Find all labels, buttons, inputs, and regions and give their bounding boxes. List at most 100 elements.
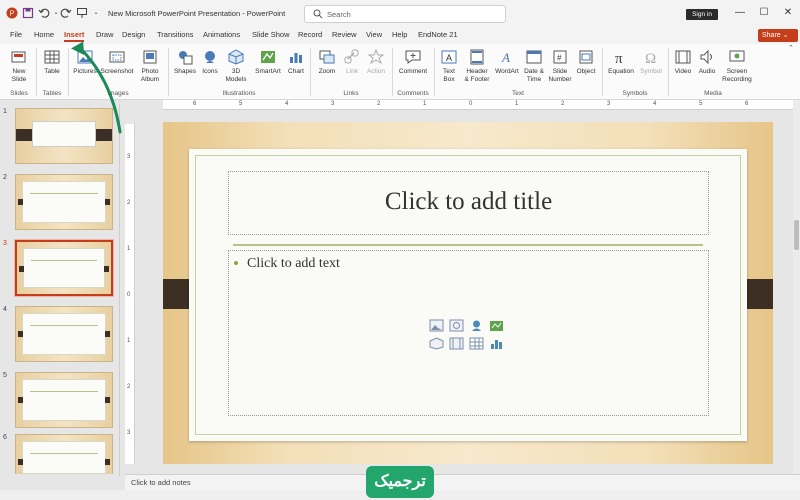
slide-canvas[interactable]: Click to add title Click to add text: [163, 122, 773, 464]
photo-album-button[interactable]: Photo Album: [136, 48, 164, 84]
wordart-button[interactable]: A WordArt: [494, 48, 520, 76]
audio-button[interactable]: Audio: [696, 48, 718, 76]
slide-number-icon: #: [553, 50, 567, 64]
3d-models-button[interactable]: 3D Models: [222, 48, 250, 84]
smartart-label: SmartArt: [255, 68, 281, 75]
action-button[interactable]: Action: [364, 48, 388, 76]
insert-table-icon[interactable]: [469, 337, 484, 350]
smartart-button[interactable]: SmartArt: [252, 48, 284, 76]
zoom-button[interactable]: Zoom: [314, 48, 340, 76]
save-icon[interactable]: [22, 7, 34, 19]
tab-slide-show[interactable]: Slide Show: [252, 30, 290, 39]
shapes-button[interactable]: Shapes: [172, 48, 198, 76]
header-footer-button[interactable]: Header & Footer: [462, 48, 492, 84]
undo-icon[interactable]: [38, 7, 50, 19]
close-icon[interactable]: ✕: [782, 7, 794, 19]
search-box[interactable]: Search: [304, 5, 506, 23]
screenshot-icon: [109, 51, 125, 63]
collapse-ribbon-icon[interactable]: ⌃: [788, 44, 794, 52]
date-time-button[interactable]: Date & Time: [522, 48, 546, 84]
video-button[interactable]: Video: [672, 48, 694, 76]
sign-in-button[interactable]: Sign in: [686, 9, 718, 20]
ruler-tick: 6: [745, 101, 749, 107]
thumbnail-card: [22, 181, 106, 223]
group-separator: [68, 48, 69, 96]
symbol-button[interactable]: Ω Symbol: [638, 48, 664, 76]
ruler-tick: 0: [127, 292, 131, 298]
group-label-tables: Tables: [42, 90, 62, 97]
share-button[interactable]: Share ⌄: [758, 29, 798, 42]
slide-thumbnail-2[interactable]: [15, 174, 113, 230]
audio-icon: [700, 49, 712, 65]
tab-endnote[interactable]: EndNote 21: [418, 30, 458, 39]
link-button[interactable]: Link: [342, 48, 362, 76]
ruler-tick: 5: [699, 101, 703, 107]
tab-home[interactable]: Home: [34, 30, 54, 39]
insert-chart-icon[interactable]: [489, 337, 504, 350]
maximize-icon[interactable]: ☐: [758, 7, 770, 19]
tab-review[interactable]: Review: [332, 30, 357, 39]
tab-record[interactable]: Record: [298, 30, 322, 39]
insert-picture-icon[interactable]: [429, 319, 444, 332]
slide-scrollbar[interactable]: [793, 100, 800, 474]
group-separator: [168, 48, 169, 96]
redo-icon[interactable]: [60, 7, 72, 19]
slide-number-button[interactable]: # Slide Number: [548, 48, 572, 84]
tab-view[interactable]: View: [366, 30, 382, 39]
object-button[interactable]: Object: [574, 48, 598, 76]
notes-pane[interactable]: Click to add notes: [125, 474, 800, 490]
title-placeholder[interactable]: Click to add title: [228, 171, 709, 235]
slide-thumbnail-1[interactable]: [15, 108, 113, 164]
slide-thumbnail-5[interactable]: [15, 372, 113, 428]
tab-file[interactable]: File: [10, 30, 22, 39]
equation-button[interactable]: π Equation: [606, 48, 636, 76]
title-placeholder-text: Click to add title: [384, 188, 553, 215]
insert-stock-images-icon[interactable]: [449, 319, 464, 332]
new-slide-label: New Slide: [11, 68, 27, 83]
ruler-tick: 1: [515, 101, 519, 107]
tab-transitions[interactable]: Transitions: [157, 30, 193, 39]
scrollbar-thumb[interactable]: [794, 220, 799, 250]
slide-thumbnail-6[interactable]: [15, 434, 113, 474]
insert-icons-icon[interactable]: [469, 319, 484, 332]
screenshot-button[interactable]: Screenshot: [100, 48, 134, 76]
icons-button[interactable]: Icons: [200, 48, 220, 76]
thumbnail-tab-right: [105, 199, 110, 205]
slide-thumbnail-3[interactable]: [14, 239, 114, 297]
group-label-symbols: Symbols: [622, 90, 648, 97]
chart-button[interactable]: Chart: [286, 48, 306, 76]
text-box-button[interactable]: A Text Box: [438, 48, 460, 84]
insert-3d-model-icon[interactable]: [429, 337, 444, 350]
group-label-slides: Slides: [10, 90, 28, 97]
table-icon: [44, 50, 60, 64]
link-icon: [344, 49, 359, 64]
thumbnail-number: 3: [3, 240, 7, 247]
content-placeholder[interactable]: Click to add text: [228, 250, 709, 416]
pictures-button[interactable]: Pictures: [72, 48, 98, 76]
tab-animations[interactable]: Animations: [203, 30, 240, 39]
insert-smartart-icon[interactable]: [489, 319, 504, 332]
tab-design[interactable]: Design: [122, 30, 145, 39]
thumbnail-number: 5: [3, 372, 7, 379]
thumbnail-scrollbar[interactable]: [119, 104, 120, 476]
tab-draw[interactable]: Draw: [96, 30, 114, 39]
customize-toolbar-icon[interactable]: ⌄: [90, 7, 102, 19]
new-slide-button[interactable]: New Slide: [6, 48, 32, 84]
thumbnail-number: 2: [3, 174, 7, 181]
screen-recording-button[interactable]: Screen Recording: [720, 48, 754, 84]
zoom-label: Zoom: [318, 68, 336, 75]
group-separator: [310, 48, 311, 96]
slide-thumbnail-4[interactable]: [15, 306, 113, 362]
text-box-label: Text Box: [443, 68, 455, 83]
minimize-icon[interactable]: —: [734, 7, 746, 19]
thumbnail-tab-left: [18, 397, 23, 403]
text-box-icon: A: [441, 50, 457, 64]
tab-help[interactable]: Help: [392, 30, 407, 39]
presenter-icon[interactable]: [76, 7, 88, 19]
table-button[interactable]: Table: [40, 48, 64, 76]
group-label-comments: Comments: [397, 90, 429, 97]
tab-insert[interactable]: Insert: [64, 30, 85, 42]
insert-video-icon[interactable]: [449, 337, 464, 350]
comment-button[interactable]: Comment: [396, 48, 430, 76]
3d-models-icon: [228, 49, 244, 65]
